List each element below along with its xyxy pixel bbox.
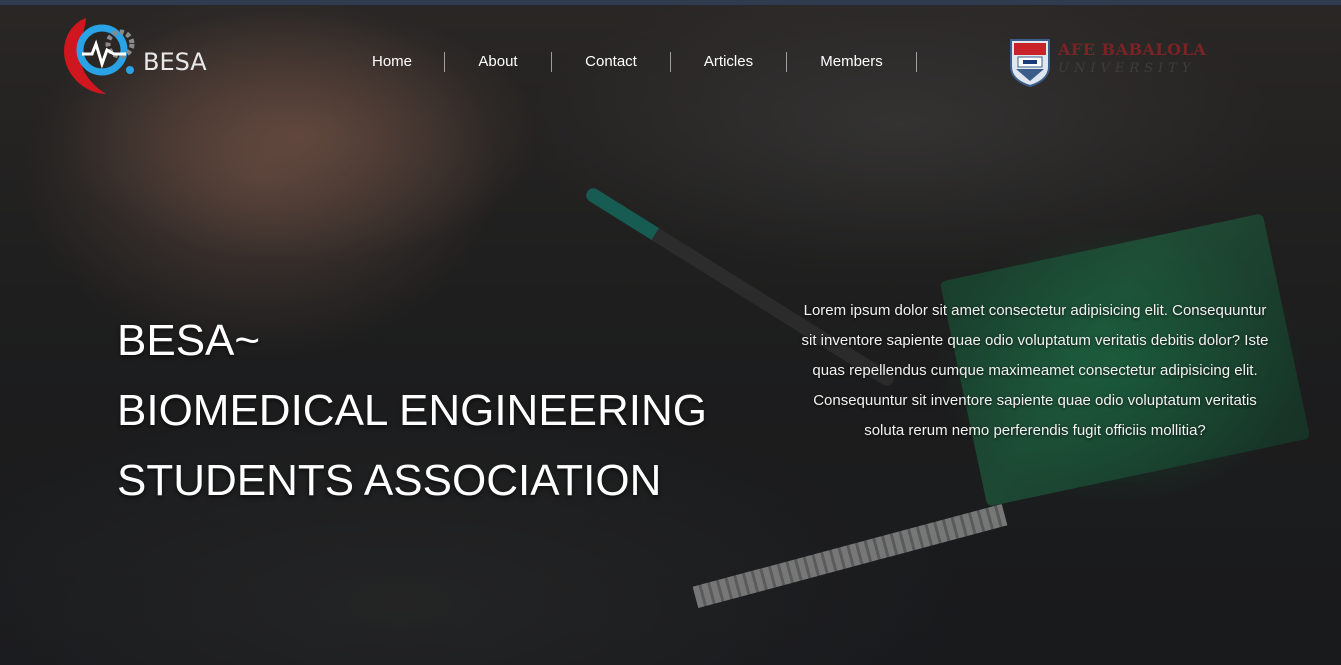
university-subtitle: UNIVERSITY (1058, 61, 1196, 76)
hero-title-line-3: STUDENTS ASSOCIATION (117, 456, 662, 505)
hero-title-line-1: BESA~ (117, 316, 261, 365)
besa-logo[interactable]: BESA (56, 8, 216, 98)
nav-about[interactable]: About (445, 52, 552, 72)
hero-title-line-2: BIOMEDICAL ENGINEERING (117, 386, 708, 435)
besa-logo-icon (64, 18, 135, 94)
university-crest-icon (1010, 39, 1050, 87)
nav-members[interactable]: Members (787, 52, 917, 72)
main-nav: Home About Contact Articles Members (340, 47, 917, 77)
hero-description: Lorem ipsum dolor sit amet consectetur a… (801, 302, 1269, 439)
nav-contact[interactable]: Contact (552, 52, 671, 72)
nav-articles[interactable]: Articles (671, 52, 787, 72)
nav-home[interactable]: Home (340, 52, 445, 72)
university-logo[interactable]: AFE BABALOLA UNIVERSITY (1008, 37, 1208, 89)
brand-name: BESA (143, 48, 207, 76)
hero-title: BESA~ BIOMEDICAL ENGINEERING STUDENTS AS… (117, 306, 707, 516)
university-name: AFE BABALOLA (1058, 40, 1207, 59)
